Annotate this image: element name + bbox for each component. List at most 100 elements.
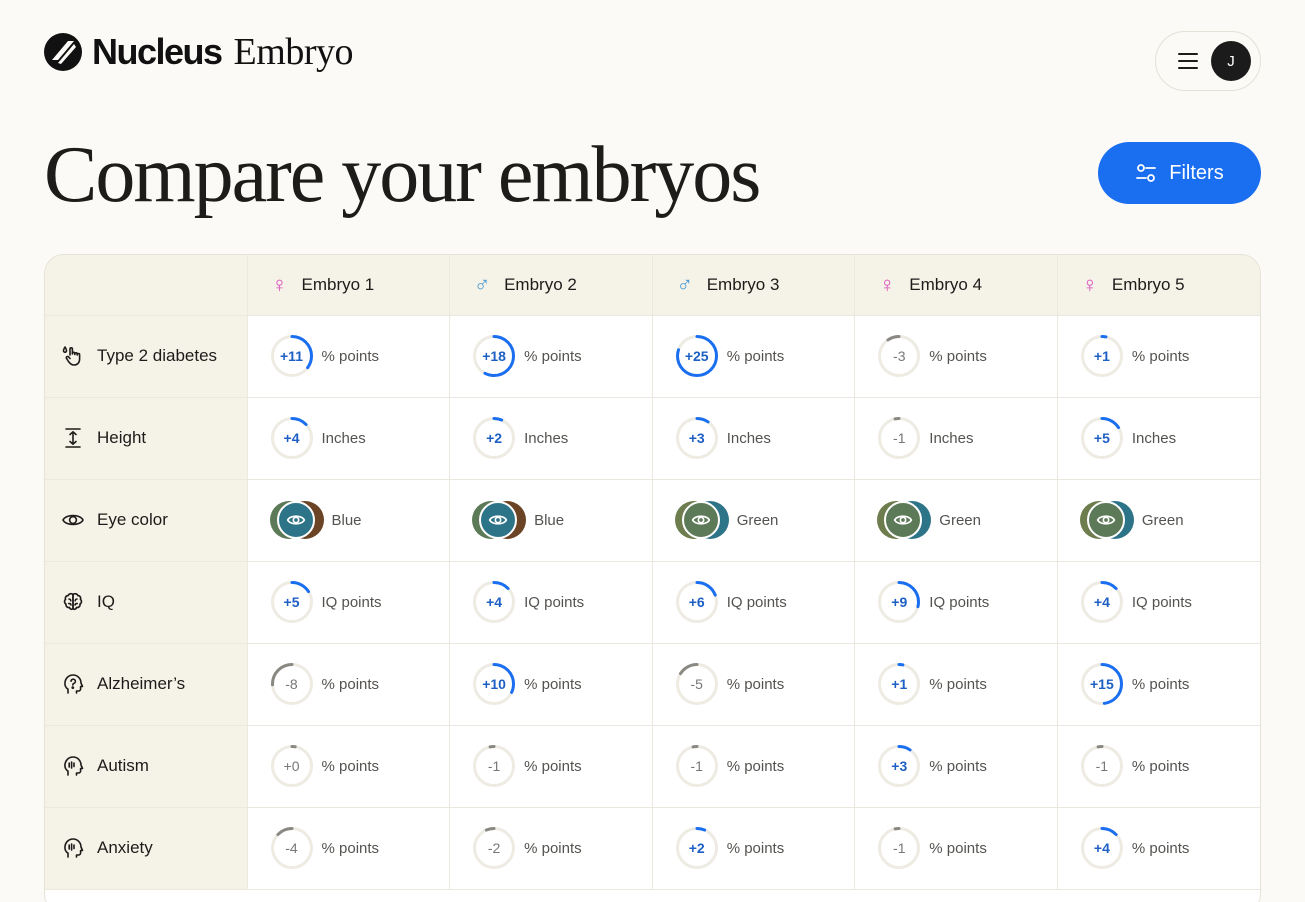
trait-content: Autism	[61, 754, 247, 778]
score-value: +3	[891, 758, 908, 774]
value-cell[interactable]: Blue	[247, 479, 451, 562]
value-cell[interactable]: +4 % points	[1057, 807, 1260, 890]
value-cell[interactable]: +3 Inches	[652, 397, 856, 480]
table-row-height: Height +4 Inches +2 Inches +3 Inches -1 Inches +5…	[45, 397, 1260, 480]
value-content: +4 IQ points	[1080, 580, 1260, 624]
value-cell[interactable]: Blue	[449, 479, 653, 562]
brand[interactable]: Nucleus Embryo	[44, 30, 353, 74]
hamburger-menu-icon[interactable]	[1178, 53, 1198, 69]
avatar[interactable]: J	[1211, 41, 1251, 81]
value-cell[interactable]: +1 % points	[854, 643, 1058, 726]
value-cell[interactable]: +4 IQ points	[449, 561, 653, 644]
score-value: -1	[893, 840, 906, 856]
value-cell[interactable]: -1 Inches	[854, 397, 1058, 480]
trait-cell: Eye color	[45, 479, 248, 562]
score-unit: IQ points	[321, 593, 382, 611]
score-unit: % points	[1131, 675, 1190, 693]
value-cell[interactable]: -8 % points	[247, 643, 451, 726]
score-unit: % points	[1131, 347, 1190, 365]
score-unit: Inches	[929, 429, 974, 447]
value-cell[interactable]: +4 IQ points	[1057, 561, 1260, 644]
value-cell[interactable]: +3 % points	[854, 725, 1058, 808]
value-cell[interactable]: +5 IQ points	[247, 561, 451, 644]
score-value: +10	[482, 676, 506, 692]
eye-icon	[61, 508, 85, 532]
table-row-type2: Type 2 diabetes +11 % points +18% points +25…	[45, 315, 1260, 398]
value-content: -8 % points	[270, 662, 450, 706]
table-header-row: ♀ Embryo 1 ♂ Embryo 2 ♂ Embryo 3 ♀ Embryo 4 ♀ Emb…	[45, 255, 1260, 316]
table-row-alz: Alzheimer’s -8 % points +10 % points -5 % poin…	[45, 643, 1260, 726]
embryo-header-1[interactable]: ♀ Embryo 1	[247, 255, 451, 316]
value-cell[interactable]: -1 % points	[854, 807, 1058, 890]
value-cell[interactable]: -1 % points	[1057, 725, 1260, 808]
score-unit: % points	[726, 757, 785, 775]
score-gauge: +2	[675, 826, 719, 870]
trait-cell: Type 2 diabetes	[45, 315, 248, 398]
value-cell[interactable]: -4 % points	[247, 807, 451, 890]
score-value: +3	[688, 430, 705, 446]
score-value: +4	[283, 430, 300, 446]
score-gauge: +6	[675, 580, 719, 624]
value-content: -1 % points	[472, 744, 652, 788]
value-cell[interactable]: -1 % points	[449, 725, 653, 808]
page-title: Compare your embryos	[44, 130, 761, 219]
embryo-header-2[interactable]: ♂ Embryo 2	[449, 255, 653, 316]
value-cell[interactable]: +2 % points	[652, 807, 856, 890]
value-cell[interactable]: +0 % points	[247, 725, 451, 808]
embryo-header-5[interactable]: ♀ Embryo 5	[1057, 255, 1260, 316]
value-cell[interactable]: +1 % points	[1057, 315, 1260, 398]
score-gauge: +10	[472, 662, 516, 706]
score-value: +9	[891, 594, 908, 610]
score-unit: % points	[524, 757, 582, 775]
value-content: +4 IQ points	[472, 580, 652, 624]
value-content: Blue	[269, 500, 450, 540]
height-icon	[61, 426, 85, 450]
score-gauge: -1	[877, 416, 921, 460]
value-cell[interactable]: Green	[854, 479, 1058, 562]
value-content: +3 Inches	[675, 416, 855, 460]
value-cell[interactable]: -5 % points	[652, 643, 856, 726]
value-content: +25 % points	[675, 334, 855, 378]
score-gauge: +2	[472, 416, 516, 460]
value-cell[interactable]: -3 % points	[854, 315, 1058, 398]
value-content: +15 % points	[1080, 662, 1260, 706]
value-cell[interactable]: +15 % points	[1057, 643, 1260, 726]
value-cell[interactable]: -1 % points	[652, 725, 856, 808]
score-unit: % points	[929, 347, 987, 365]
score-value: +4	[486, 594, 503, 610]
account-menu[interactable]: J	[1155, 31, 1261, 91]
value-content: +2 % points	[675, 826, 855, 870]
male-icon: ♂	[473, 271, 491, 297]
eye-swatch-main	[1086, 501, 1125, 539]
score-value: -1	[893, 430, 906, 446]
value-cell[interactable]: +9 IQ points	[854, 561, 1058, 644]
score-unit: % points	[321, 347, 380, 365]
value-cell[interactable]: +10 % points	[449, 643, 653, 726]
score-value: +5	[283, 594, 300, 610]
score-unit: % points	[524, 675, 582, 693]
value-cell[interactable]: +25 % points	[652, 315, 856, 398]
value-cell[interactable]: +5 Inches	[1057, 397, 1260, 480]
embryo-header-3[interactable]: ♂ Embryo 3	[652, 255, 856, 316]
value-cell[interactable]: Green	[652, 479, 856, 562]
score-value: +2	[486, 430, 503, 446]
value-cell[interactable]: +11 % points	[247, 315, 451, 398]
value-cell[interactable]: +18 % points	[449, 315, 653, 398]
embryo-label: Embryo 4	[909, 274, 983, 294]
table-row-eye: Eye color Blue Blue Green Green Green	[45, 479, 1260, 562]
value-cell[interactable]: -2 % points	[449, 807, 653, 890]
filters-button[interactable]: Filters	[1098, 142, 1261, 204]
score-unit: % points	[321, 839, 380, 857]
score-unit: % points	[1131, 757, 1190, 775]
value-cell[interactable]: +2 Inches	[449, 397, 653, 480]
value-cell[interactable]: +6 IQ points	[652, 561, 856, 644]
embryo-header-4[interactable]: ♀ Embryo 4	[854, 255, 1058, 316]
value-cell[interactable]: Green	[1057, 479, 1260, 562]
value-content: +10 % points	[472, 662, 652, 706]
trait-content: Alzheimer’s	[61, 672, 247, 696]
embryo-header-content: ♀ Embryo 1	[270, 273, 450, 296]
score-unit: Inches	[524, 429, 569, 447]
score-unit: IQ points	[524, 593, 585, 611]
score-gauge: +11	[270, 334, 314, 378]
value-cell[interactable]: +4 Inches	[247, 397, 451, 480]
